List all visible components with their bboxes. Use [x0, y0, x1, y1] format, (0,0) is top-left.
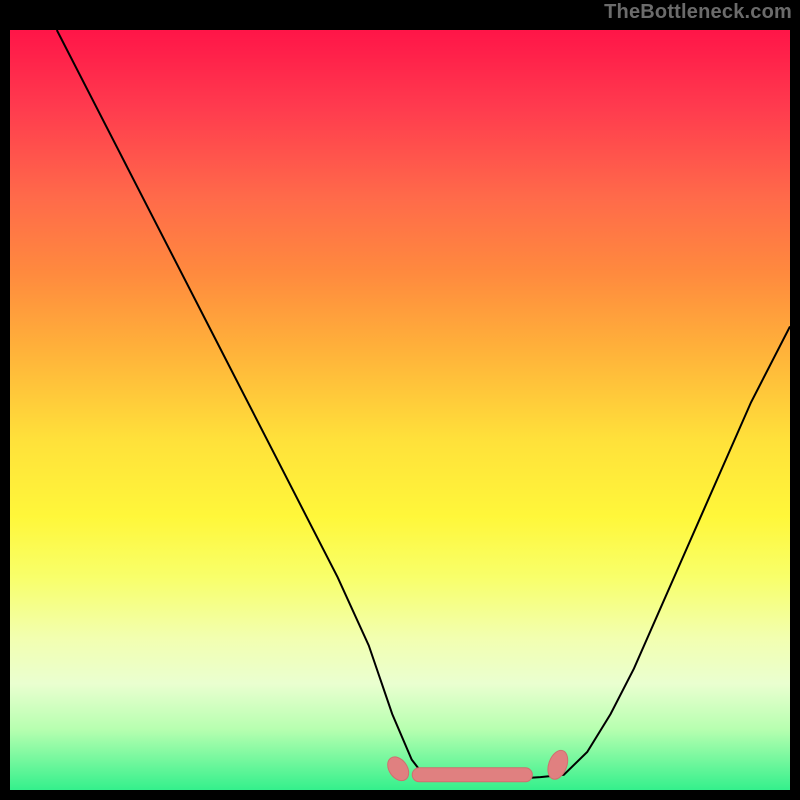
plot-area — [10, 30, 790, 790]
chart-frame: TheBottleneck.com — [0, 0, 800, 800]
watermark-text: TheBottleneck.com — [604, 2, 792, 22]
floor-marker-end-left — [383, 753, 413, 785]
floor-marker-mid — [412, 768, 532, 782]
curve-layer — [10, 30, 790, 790]
bottleneck-curve — [57, 30, 790, 780]
